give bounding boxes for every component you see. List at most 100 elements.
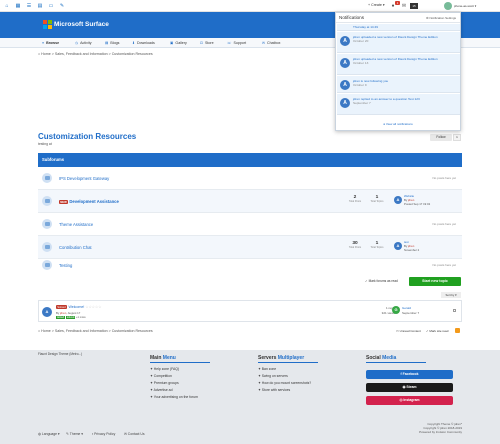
last-poster-name[interactable]: Gerald xyxy=(402,306,411,310)
subforum-row[interactable]: Contribution Chat 30 Total Posts 1 Total T… xyxy=(38,236,462,259)
breadcrumb[interactable]: ⌂ Home > Sales, Feedback and Information… xyxy=(38,52,153,56)
footer-link[interactable]: ✦ Your advertising on the forum xyxy=(150,394,210,401)
monitor-icon[interactable]: ▭ xyxy=(48,3,54,9)
support-icon: ☏ xyxy=(227,41,232,45)
footer-link[interactable]: ✦ Premium groups xyxy=(150,380,210,387)
gallery-icon: ▣ xyxy=(170,41,174,45)
mark-site-read-link[interactable]: ✓ Mark site read xyxy=(426,329,448,333)
footer-link[interactable]: ✦ How do you mount screenshots? xyxy=(258,380,318,387)
subforum-link[interactable]: Testing xyxy=(59,263,72,268)
footer-link[interactable]: ✦ Competition xyxy=(150,373,210,380)
info-icon: i xyxy=(40,75,45,81)
tab-browse[interactable]: ≡ Browse xyxy=(42,38,59,48)
tab-chatbox[interactable]: ✉ Chatbox xyxy=(262,38,280,48)
footer-link[interactable]: ✦ Ban zone xyxy=(258,366,318,373)
user-avatar[interactable]: A xyxy=(394,242,402,250)
tab-gallery[interactable]: ▣ Gallery xyxy=(170,38,187,48)
no-posts-text: No posts here yet xyxy=(432,222,456,226)
privacy-link[interactable]: ▪ Privacy Policy xyxy=(92,432,115,436)
contact-link[interactable]: ✉ Contact Us xyxy=(124,432,145,436)
language-menu[interactable]: ◍ Language ▾ xyxy=(38,432,60,436)
subforum-link[interactable]: IPS Development Gateway xyxy=(59,176,109,181)
footer-link[interactable]: ✦ Store with services xyxy=(258,387,318,394)
forum-description: testing at xyxy=(38,142,52,146)
rating-stars: ☆☆☆☆☆ xyxy=(85,305,102,309)
copyright: Copyright Theme © jdren* Copyright © jdr… xyxy=(419,422,462,434)
list-icon[interactable]: ☰ xyxy=(26,3,32,9)
notification-count[interactable]: 15 xyxy=(410,3,418,9)
forum-icon xyxy=(42,173,52,183)
notification-item[interactable]: A jdren uploaded a new version of Flaunt… xyxy=(337,32,460,53)
facebook-button[interactable]: f Facebook xyxy=(366,370,453,379)
rss-icon[interactable] xyxy=(455,328,460,333)
user-avatar[interactable]: A xyxy=(394,196,402,204)
topic-tags[interactable]: tested solved +1 more xyxy=(56,316,86,319)
subforum-link[interactable]: NEW Development Assistance xyxy=(59,199,119,204)
subforum-row[interactable]: IPS Development Gateway No posts here ye… xyxy=(38,167,462,190)
post-count: 30 Total Posts xyxy=(348,241,362,249)
windows-logo-icon[interactable] xyxy=(43,20,52,29)
grid-icon[interactable]: ▦ xyxy=(15,3,21,9)
instagram-button[interactable]: ◎ Instagram xyxy=(366,396,453,405)
start-topic-button[interactable]: Start new topic xyxy=(409,277,461,286)
error-icon: ✕ xyxy=(40,110,45,116)
footer-servers-menu: Servers Multiplayer ✦ Ban zone ✦ Swing o… xyxy=(258,355,318,394)
post-count: 2 Total Posts xyxy=(348,195,362,203)
subforum-link[interactable]: Theme Assistance xyxy=(59,222,93,227)
theme-select[interactable]: Flaunt Design Theme (Metro...) xyxy=(38,352,82,356)
follow-count[interactable]: 1 xyxy=(453,134,461,141)
subforum-link[interactable]: Contribution Chat xyxy=(59,245,92,250)
last-post[interactable]: Website By jdren Posted Sep 17 19:02 xyxy=(404,194,430,206)
home-icon[interactable]: ⌂ xyxy=(4,3,10,9)
unread-content-link[interactable]: ▭ Unread Content xyxy=(396,329,421,333)
notification-item[interactable]: Thursday at 14:49 xyxy=(337,24,460,31)
subforum-row[interactable]: NEW Development Assistance 2 Total Posts 1… xyxy=(38,190,462,213)
tab-store[interactable]: ⊡ Store xyxy=(200,38,214,48)
user-avatar[interactable] xyxy=(444,2,452,10)
mail-icon[interactable]: ✉ xyxy=(401,3,407,9)
steam-button[interactable]: ◉ Steam xyxy=(366,383,453,392)
user-avatar[interactable]: A xyxy=(42,307,52,317)
tab-support[interactable]: ☏ Support xyxy=(227,38,246,48)
topic-title[interactable]: Solved Welcome! ☆☆☆☆☆ xyxy=(56,305,102,310)
footer-heading: Main Menu xyxy=(150,355,210,363)
topic-row[interactable]: A Solved Welcome! ☆☆☆☆☆ By jdren, August … xyxy=(38,300,462,322)
follow-button[interactable]: Follow xyxy=(430,134,452,141)
footer-social: Social Media xyxy=(366,355,426,363)
user-avatar: A xyxy=(340,58,350,68)
subforum-row[interactable]: Testing No posts here yet xyxy=(38,259,462,272)
pen-icon[interactable]: ✎ xyxy=(59,3,65,9)
breadcrumb-bottom[interactable]: ⌂ Home > Sales, Feedback and Information… xyxy=(38,329,153,333)
tab-activity[interactable]: ◷ Activity xyxy=(75,38,92,48)
notification-item[interactable]: A jdren replied to an answer to a questi… xyxy=(337,94,460,115)
create-menu[interactable]: + Create ▾ xyxy=(368,3,385,7)
theme-menu[interactable]: ✎ Theme ▾ xyxy=(66,432,83,436)
footer-main-menu: Main Menu ✦ Help zone (FAQ) ✦ Competitio… xyxy=(150,355,210,401)
view-all-notifications-link[interactable]: ● View all notifications xyxy=(336,122,460,126)
tab-downloads[interactable]: ⬇ Downloads xyxy=(132,38,155,48)
tab-blogs[interactable]: ▤ Blogs xyxy=(105,38,119,48)
notification-item[interactable]: A jdren uploaded a new version of Flaunt… xyxy=(337,54,460,75)
chatbox-icon: ✉ xyxy=(262,41,266,45)
warning-icon: ! xyxy=(40,98,45,104)
no-posts-text: No posts here yet xyxy=(432,176,456,180)
sort-dropdown[interactable]: Sort by ▾ xyxy=(441,292,461,298)
topic-checkbox[interactable] xyxy=(453,309,456,312)
user-menu[interactable]: phone-as-scott ▾ xyxy=(454,4,476,8)
topic-count: 1 Total Topics xyxy=(370,195,384,203)
alert-badge: 1 xyxy=(395,1,400,5)
subforum-row[interactable]: Theme Assistance No posts here yet xyxy=(38,213,462,236)
forum-icon xyxy=(42,242,52,252)
site-brand[interactable]: Microsoft Surface xyxy=(54,20,109,29)
footer-link[interactable]: ✦ Advertise ad xyxy=(150,387,210,394)
notification-item[interactable]: A jdren is now following you October 9 xyxy=(337,76,460,93)
mark-forums-read-link[interactable]: ✓ Mark forums as read xyxy=(365,279,398,283)
notification-settings-link[interactable]: ⚙ Notification Settings xyxy=(426,16,456,20)
last-poster-avatar[interactable]: G xyxy=(392,306,400,314)
footer-link[interactable]: ✦ Help zone (FAQ) xyxy=(150,366,210,373)
last-post[interactable]: test By jdren November 2 xyxy=(404,240,419,252)
footer-link[interactable]: ✦ Swing on servers xyxy=(258,373,318,380)
info-icon: i xyxy=(40,86,45,92)
notifications-dropdown: Notifications ⚙ Notification Settings Th… xyxy=(335,12,461,131)
layout-icon[interactable]: ▤ xyxy=(37,3,43,9)
